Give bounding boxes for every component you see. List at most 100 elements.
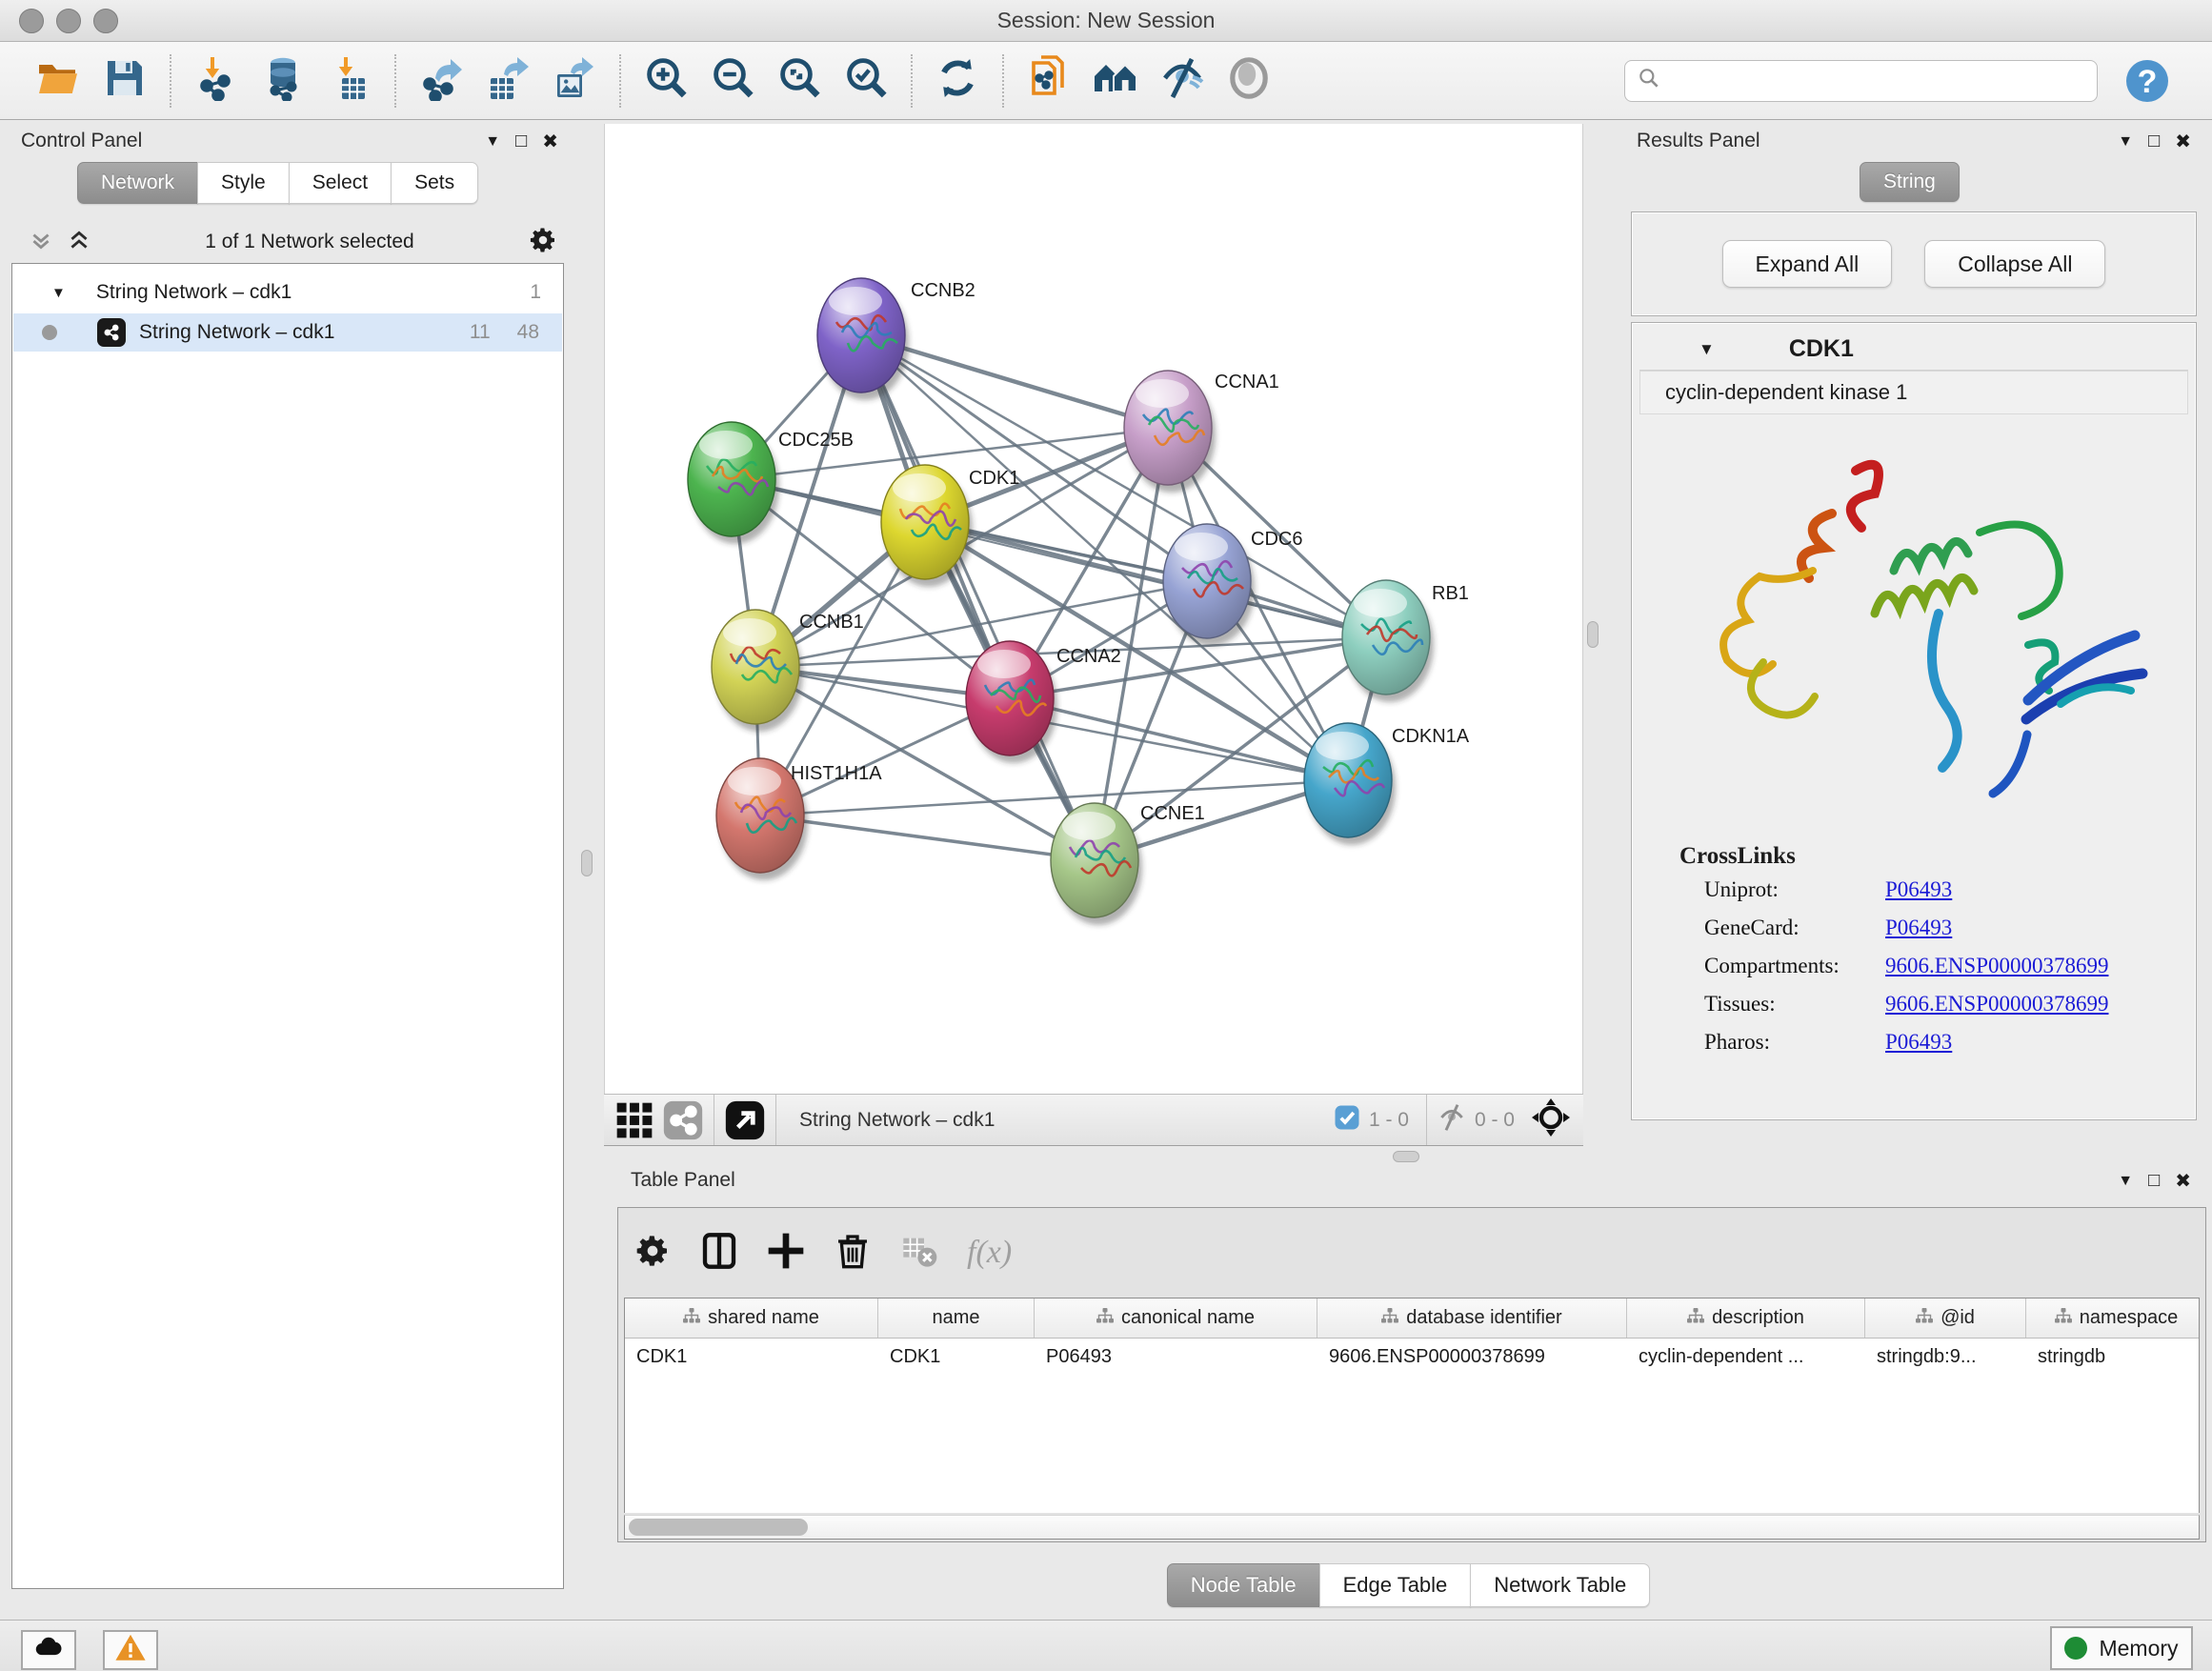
share-view-icon[interactable] bbox=[662, 1099, 704, 1141]
delete-column-icon[interactable] bbox=[834, 1232, 872, 1275]
table-cell[interactable]: CDK1 bbox=[878, 1339, 1035, 1377]
tab-select[interactable]: Select bbox=[289, 162, 392, 204]
panel-menu-icon[interactable]: ▼ bbox=[485, 133, 500, 151]
delete-table-icon[interactable] bbox=[900, 1232, 938, 1275]
column-header-shared-name[interactable]: shared name bbox=[625, 1299, 878, 1338]
panel-menu-icon[interactable]: ▼ bbox=[2118, 133, 2133, 151]
clone-network-view-button[interactable] bbox=[1022, 54, 1076, 108]
table-cell[interactable]: 9606.ENSP00000378699 bbox=[1317, 1339, 1627, 1377]
node-CCNB2[interactable]: CCNB2 bbox=[817, 278, 975, 400]
import-network-button[interactable] bbox=[190, 54, 243, 108]
network-canvas[interactable]: CCNB2CCNA1CDC25BCDK1CDC6RB1CCNB1CCNA2CDK… bbox=[604, 124, 1583, 1094]
zoom-in-button[interactable] bbox=[639, 54, 693, 108]
table-cell[interactable]: stringdb:9... bbox=[1865, 1339, 2026, 1377]
memory-button[interactable]: Memory bbox=[2050, 1626, 2193, 1670]
selected-checkbox-icon[interactable] bbox=[1333, 1103, 1361, 1137]
crosslink-link[interactable]: P06493 bbox=[1885, 1030, 1952, 1055]
float-panel-icon[interactable]: □ bbox=[2148, 131, 2160, 152]
main-toolbar: ? bbox=[0, 42, 2212, 120]
column-header-name[interactable]: name bbox=[878, 1299, 1035, 1338]
node-CDC6[interactable]: CDC6 bbox=[1163, 524, 1302, 646]
scrollbar-thumb[interactable] bbox=[629, 1519, 808, 1536]
show-all-views-button[interactable] bbox=[1089, 54, 1142, 108]
expand-all-button[interactable]: Expand All bbox=[1722, 240, 1893, 288]
export-network-button[interactable] bbox=[414, 54, 468, 108]
crosslink-link[interactable]: 9606.ENSP00000378699 bbox=[1885, 954, 2109, 978]
crosslink-link[interactable]: P06493 bbox=[1885, 916, 1952, 940]
add-column-icon[interactable] bbox=[767, 1232, 805, 1275]
left-splitter-grip[interactable] bbox=[581, 850, 593, 876]
right-splitter-grip[interactable] bbox=[1587, 621, 1599, 648]
edge-HIST1H1A-CCNE1[interactable] bbox=[760, 815, 1095, 860]
export-image-button[interactable] bbox=[548, 54, 601, 108]
column-header-canonical-name[interactable]: canonical name bbox=[1035, 1299, 1317, 1338]
column-header-namespace[interactable]: namespace bbox=[2026, 1299, 2200, 1338]
float-panel-icon[interactable]: □ bbox=[2148, 1170, 2160, 1192]
zoom-out-button[interactable] bbox=[706, 54, 759, 108]
crosslink-link[interactable]: 9606.ENSP00000378699 bbox=[1885, 992, 2109, 1017]
open-view-icon[interactable] bbox=[724, 1099, 766, 1141]
node-HIST1H1A[interactable]: HIST1H1A bbox=[716, 758, 882, 880]
network-row[interactable]: String Network – cdk1 11 48 bbox=[13, 313, 562, 352]
node-CDC25B[interactable]: CDC25B bbox=[688, 422, 854, 544]
collection-expand-icon[interactable]: ▼ bbox=[51, 285, 66, 301]
tab-node-table[interactable]: Node Table bbox=[1167, 1563, 1320, 1607]
collapse-all-networks-icon[interactable] bbox=[29, 228, 53, 257]
edge-CCNB2-CCNE1[interactable] bbox=[861, 335, 1095, 860]
warning-button[interactable] bbox=[103, 1630, 158, 1670]
close-panel-icon[interactable]: ✖ bbox=[2175, 130, 2191, 153]
column-header-database-identifier[interactable]: database identifier bbox=[1317, 1299, 1627, 1338]
export-table-button[interactable] bbox=[481, 54, 534, 108]
save-session-button[interactable] bbox=[98, 54, 151, 108]
open-session-button[interactable] bbox=[31, 54, 85, 108]
table-cell[interactable]: P06493 bbox=[1035, 1339, 1317, 1377]
tab-sets[interactable]: Sets bbox=[391, 162, 478, 204]
expand-all-networks-icon[interactable] bbox=[67, 228, 91, 257]
tab-string[interactable]: String bbox=[1860, 162, 1960, 202]
column-header-@id[interactable]: @id bbox=[1865, 1299, 2026, 1338]
network-collection-row[interactable]: ▼ String Network – cdk1 1 bbox=[13, 273, 562, 312]
function-builder-icon[interactable]: f(x) bbox=[967, 1235, 1012, 1271]
show-columns-icon[interactable] bbox=[700, 1232, 738, 1275]
close-panel-icon[interactable]: ✖ bbox=[2175, 1169, 2191, 1193]
zoom-fit-button[interactable] bbox=[773, 54, 826, 108]
zoom-selected-button[interactable] bbox=[839, 54, 893, 108]
edge-CDK1-RB1[interactable] bbox=[925, 522, 1386, 637]
table-cell[interactable]: stringdb bbox=[2026, 1339, 2200, 1377]
network-options-gear-icon[interactable] bbox=[528, 225, 558, 260]
node-RB1[interactable]: RB1 bbox=[1342, 580, 1469, 702]
table-options-gear-icon[interactable] bbox=[633, 1232, 672, 1275]
node-CDKN1A[interactable]: CDKN1A bbox=[1304, 723, 1470, 845]
table-horizontal-scrollbar[interactable] bbox=[624, 1515, 2200, 1540]
cloud-button[interactable] bbox=[21, 1630, 76, 1670]
table-cell[interactable]: cyclin-dependent ... bbox=[1627, 1339, 1865, 1377]
refresh-button[interactable] bbox=[931, 54, 984, 108]
bottom-splitter-grip[interactable] bbox=[1393, 1151, 1419, 1162]
tab-style[interactable]: Style bbox=[197, 162, 290, 204]
show-view-button[interactable] bbox=[1222, 54, 1276, 108]
node-table[interactable]: shared namenamecanonical namedatabase id… bbox=[624, 1298, 2200, 1513]
column-header-description[interactable]: description bbox=[1627, 1299, 1865, 1338]
search-input[interactable] bbox=[1661, 70, 2085, 91]
search-field[interactable] bbox=[1624, 60, 2098, 102]
table-cell[interactable]: CDK1 bbox=[625, 1339, 878, 1377]
tab-network[interactable]: Network bbox=[77, 162, 198, 204]
collapse-all-button[interactable]: Collapse All bbox=[1924, 240, 2105, 288]
float-panel-icon[interactable]: □ bbox=[515, 131, 527, 152]
import-table-button[interactable] bbox=[323, 54, 376, 108]
import-network-database-button[interactable] bbox=[256, 54, 310, 108]
grid-view-icon[interactable] bbox=[613, 1099, 655, 1141]
birdseye-icon[interactable] bbox=[1532, 1098, 1570, 1141]
collapse-section-icon[interactable]: ▼ bbox=[1699, 340, 1715, 359]
node-CCNA2[interactable]: CCNA2 bbox=[966, 641, 1121, 763]
hide-view-button[interactable] bbox=[1156, 54, 1209, 108]
node-CCNA1[interactable]: CCNA1 bbox=[1124, 371, 1279, 493]
tab-network-table[interactable]: Network Table bbox=[1470, 1563, 1650, 1607]
help-button[interactable]: ? bbox=[2124, 58, 2170, 104]
tab-edge-table[interactable]: Edge Table bbox=[1319, 1563, 1472, 1607]
hidden-eye-icon[interactable] bbox=[1437, 1102, 1467, 1137]
panel-menu-icon[interactable]: ▼ bbox=[2118, 1173, 2133, 1190]
close-panel-icon[interactable]: ✖ bbox=[542, 130, 558, 153]
crosslink-link[interactable]: P06493 bbox=[1885, 877, 1952, 902]
node-CCNE1[interactable]: CCNE1 bbox=[1051, 803, 1205, 925]
